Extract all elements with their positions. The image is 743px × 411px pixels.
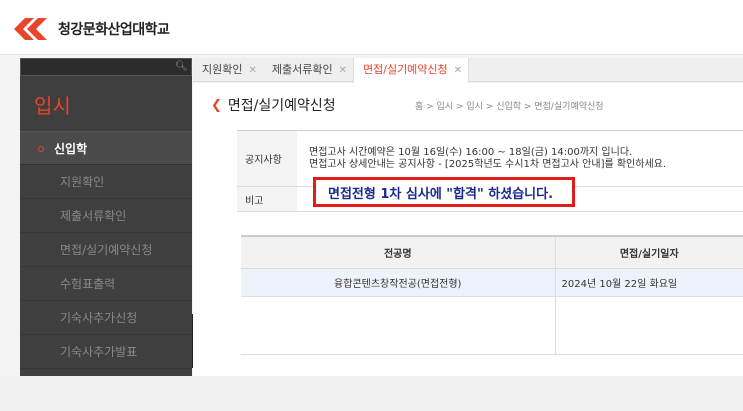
tab-interview-reservation[interactable]: 면접/실기예약신청 ✕ (353, 58, 470, 83)
tab-label: 지원확인 (202, 63, 243, 76)
main-content: ❮ 면접/실기예약신청 홈 > 입시 > 입시 > 신입학 > 면접/실기예약신… (193, 83, 743, 376)
close-icon[interactable]: ✕ (248, 65, 256, 76)
sidebar-menu: 신입학 지원확인 제출서류확인 면접/실기예약신청 수험표출력 기숙사추가신청 … (20, 131, 192, 369)
sidebar-item-admission-ticket[interactable]: 수험표출력 (20, 267, 192, 301)
page-title-text: 면접/실기예약신청 (227, 98, 336, 114)
close-icon[interactable]: ✕ (454, 65, 462, 76)
tab-document-check[interactable]: 제출서류확인 ✕ (263, 58, 353, 82)
logo-chevron-icon (14, 18, 47, 40)
bullet-icon (38, 145, 44, 152)
sidebar-search: 🔍︎ (20, 58, 192, 76)
table-row-empty (241, 296, 743, 355)
table-cell-major: 융합콘텐츠창작전공(면접전형) (241, 268, 556, 297)
breadcrumb: 홈 > 입시 > 입시 > 신입학 > 면접/실기예약신청 (415, 102, 604, 112)
notice-table: 공지사항 면접고사 시간예약은 10월 16일(수) 16:00 ~ 18일(금… (237, 130, 743, 212)
sidebar: 🔍︎ 입시 신입학 지원확인 제출서류확인 면접/실기예약신청 수험표출력 기숙… (20, 58, 192, 376)
chevron-left-icon: ❮ (211, 97, 222, 113)
sidebar-category-label: 신입학 (54, 142, 88, 156)
sidebar-item-dorm-apply[interactable]: 기숙사추가신청 (20, 301, 192, 335)
tab-bar: 지원확인 ✕ 제출서류확인 ✕ 면접/실기예약신청 ✕ (193, 58, 743, 83)
table-row[interactable]: 융합콘텐츠창작전공(면접전형) 2024년 10월 22일 화요일 (241, 268, 743, 297)
search-icon[interactable]: 🔍︎ (175, 61, 188, 73)
tab-label: 면접/실기예약신청 (363, 63, 448, 76)
table-cell-empty (555, 296, 743, 355)
tab-application-check[interactable]: 지원확인 ✕ (193, 58, 263, 82)
tab-label: 제출서류확인 (271, 63, 333, 76)
column-header-major: 전공명 (241, 235, 556, 269)
sidebar-category-freshman[interactable]: 신입학 (20, 131, 192, 165)
sidebar-item-interview-reservation[interactable]: 면접/실기예약신청 (20, 233, 192, 267)
sidebar-search-input[interactable] (23, 60, 173, 74)
sidebar-item-application-check[interactable]: 지원확인 (20, 165, 192, 199)
note-cell: 면접전형 1차 심사에 "합격" 하셨습니다. (297, 177, 743, 212)
column-header-date: 면접/실기일자 (555, 235, 743, 269)
notice-line: 면접고사 상세안내는 공지사항 - [2025학년도 수시1차 면접고사 안내]… (309, 158, 667, 170)
note-row: 비고 면접전형 1차 심사에 "합격" 하셨습니다. (237, 177, 743, 212)
close-icon[interactable]: ✕ (339, 65, 347, 76)
sidebar-item-document-check[interactable]: 제출서류확인 (20, 199, 192, 233)
pass-result-message: 면접전형 1차 심사에 "합격" 하셨습니다. (313, 177, 575, 207)
sidebar-item-dorm-result[interactable]: 기숙사추가발표 (20, 335, 192, 369)
header: 청강문화산업대학교 (0, 0, 743, 55)
table-cell-date: 2024년 10월 22일 화요일 (555, 268, 743, 297)
logo[interactable]: 청강문화산업대학교 (14, 18, 170, 40)
logo-text: 청강문화산업대학교 (58, 22, 170, 38)
interview-table: 전공명 면접/실기일자 융합콘텐츠창작전공(면접전형) 2024년 10월 22… (241, 235, 743, 355)
notice-label: 공지사항 (237, 130, 297, 187)
notice-line: 면접고사 시간예약은 10월 16일(수) 16:00 ~ 18일(금) 14:… (309, 146, 633, 158)
sidebar-title: 입시 (34, 94, 71, 118)
footer-band (0, 376, 743, 411)
table-cell-empty (241, 296, 556, 355)
note-label: 비고 (237, 186, 297, 212)
table-header-row: 전공명 면접/실기일자 (241, 235, 743, 269)
page-title: ❮ 면접/실기예약신청 (211, 95, 336, 115)
